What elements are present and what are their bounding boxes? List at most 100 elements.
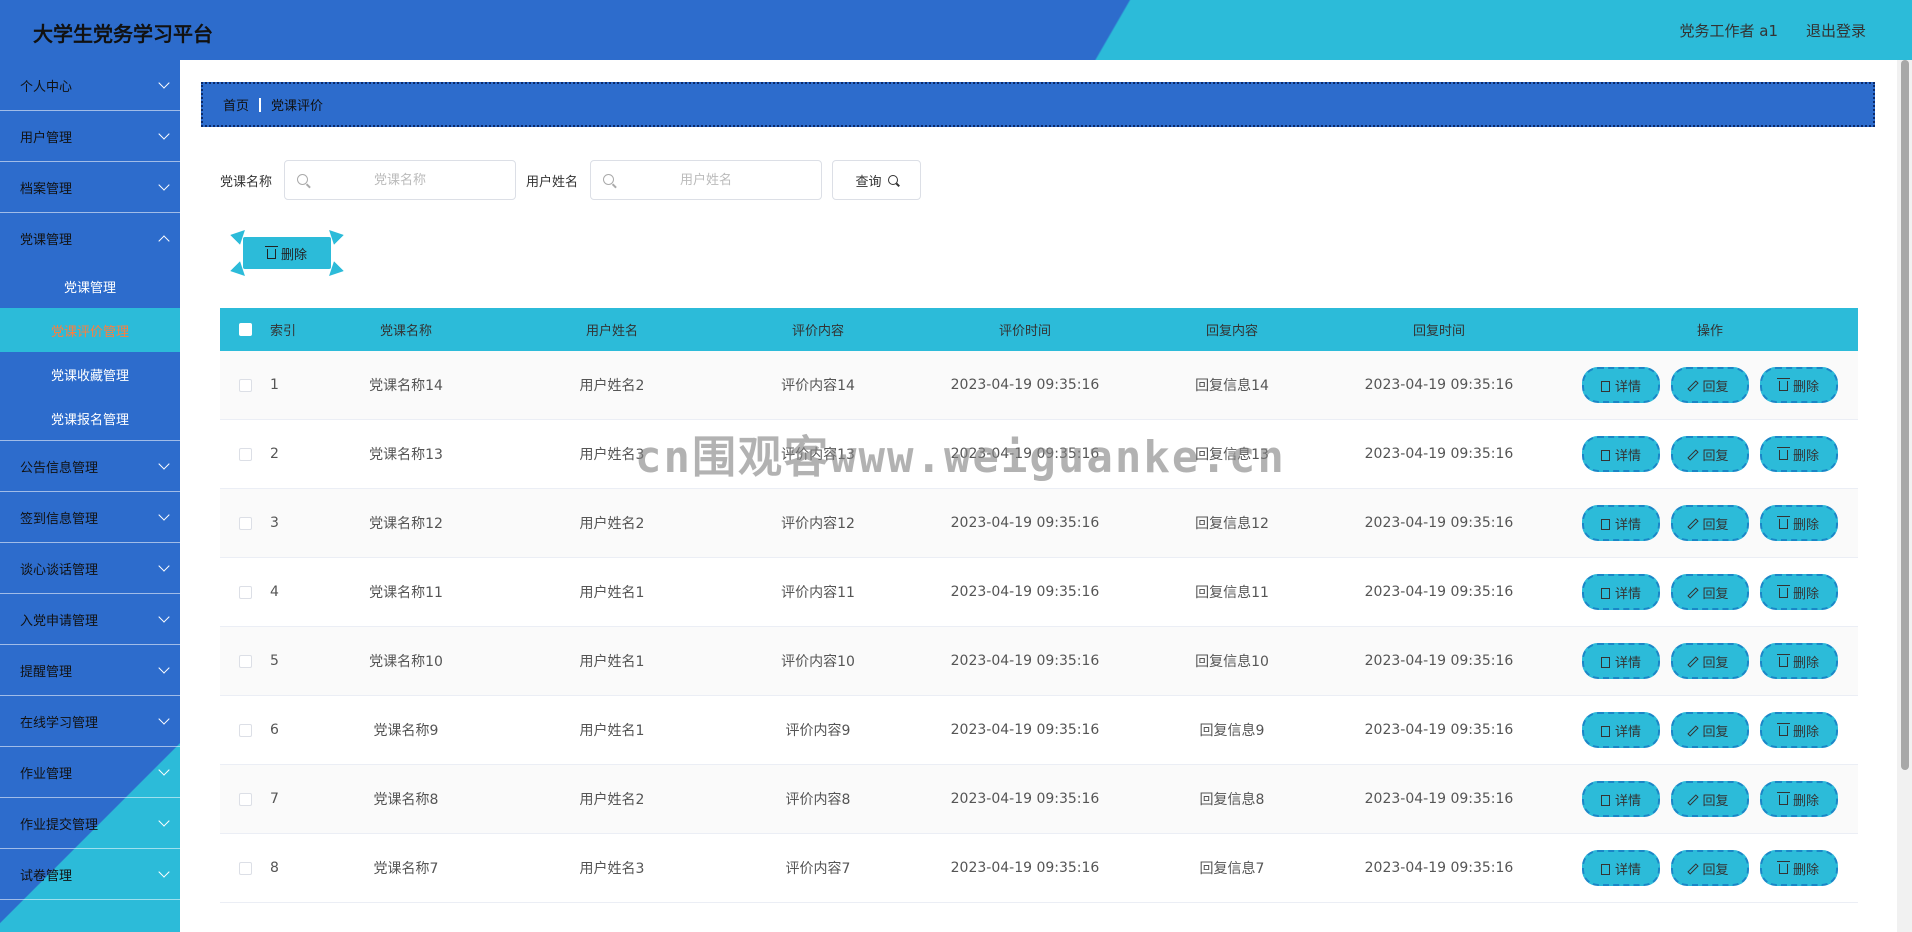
evaluation-time-cell: 2023-04-19 09:35:16 [950,791,1100,807]
edit-icon [1687,863,1700,875]
table-row: 6 党课名称9 用户姓名1 评价内容9 2023-04-19 09:35:16 回复信息9… [220,696,1858,765]
row-checkbox[interactable] [238,378,252,392]
table-row: 8 党课名称7 用户姓名3 评价内容7 2023-04-19 09:35:16 回复信息7… [220,834,1858,903]
course-name-cell: 党课名称9 [373,723,439,739]
evaluation-time-cell: 2023-04-19 09:35:16 [950,377,1100,393]
delete-label: 删除 [1792,862,1819,878]
detail-button[interactable]: 详情 [1582,712,1660,748]
breadcrumb: 首页 党课评价 [201,82,1875,127]
sidebar-item-personal-center[interactable]: 个人中心 [0,60,180,111]
reply-button[interactable]: 回复 [1671,781,1749,817]
sidebar-item-label: 作业提交管理 [20,817,99,833]
index-cell: 3 [270,515,279,531]
evaluation-content-cell: 评价内容10 [781,654,855,670]
detail-button[interactable]: 详情 [1582,574,1660,610]
sidebar-item-signin-management[interactable]: 签到信息管理 [0,492,180,543]
reply-label: 回复 [1702,379,1729,395]
submenu-item-course-favorites[interactable]: 党课收藏管理 [0,352,180,396]
detail-button[interactable]: 详情 [1582,643,1660,679]
reply-time-cell: 2023-04-19 09:35:16 [1364,377,1514,393]
detail-button[interactable]: 详情 [1582,436,1660,472]
evaluation-content-cell: 评价内容14 [781,378,855,394]
sidebar-item-notice-management[interactable]: 公告信息管理 [0,441,180,492]
course-name-cell: 党课名称7 [373,861,439,877]
reply-label: 回复 [1702,793,1729,809]
row-checkbox-cell [220,585,270,599]
reply-button[interactable]: 回复 [1671,574,1749,610]
watermark: cn围观客www.weiguanke.cn [635,432,1286,483]
chevron-down-icon [158,509,170,521]
detail-label: 详情 [1614,379,1641,395]
sidebar-item-exam-management[interactable]: 试卷管理 [0,849,180,900]
batch-delete-button[interactable]: 删除 [243,237,331,269]
row-checkbox[interactable] [238,447,252,461]
sidebar-item-user-management[interactable]: 用户管理 [0,111,180,162]
delete-button[interactable]: 删除 [1760,850,1838,886]
document-icon [1600,725,1610,737]
row-checkbox[interactable] [238,585,252,599]
delete-button[interactable]: 删除 [1760,781,1838,817]
reply-button[interactable]: 回复 [1671,367,1749,403]
operations-cell: 详情 回复 删除 [1554,436,1858,472]
submenu-item-course[interactable]: 党课管理 [0,264,180,308]
row-checkbox[interactable] [238,654,252,668]
row-checkbox[interactable] [238,792,252,806]
detail-button[interactable]: 详情 [1582,781,1660,817]
logout-link[interactable]: 退出登录 [1806,20,1866,41]
sidebar-item-application-management[interactable]: 入党申请管理 [0,594,180,645]
reply-button[interactable]: 回复 [1671,850,1749,886]
sidebar-item-archive-management[interactable]: 档案管理 [0,162,180,213]
delete-button[interactable]: 删除 [1760,505,1838,541]
operations-cell: 详情 回复 删除 [1554,781,1858,817]
document-icon [1600,656,1610,668]
delete-button[interactable]: 删除 [1760,436,1838,472]
breadcrumb-home[interactable]: 首页 [223,95,249,114]
detail-button[interactable]: 详情 [1582,505,1660,541]
course-submenu: 党课管理 党课评价管理 党课收藏管理 党课报名管理 [0,264,180,441]
reply-label: 回复 [1702,862,1729,878]
scrollbar-thumb[interactable] [1901,60,1909,770]
delete-button[interactable]: 删除 [1760,643,1838,679]
detail-button[interactable]: 详情 [1582,367,1660,403]
query-button-label: 查询 [855,174,882,190]
delete-button[interactable]: 删除 [1760,712,1838,748]
reply-time-cell: 2023-04-19 09:35:16 [1364,860,1514,876]
reply-button[interactable]: 回复 [1671,436,1749,472]
submenu-item-course-enrollment[interactable]: 党课报名管理 [0,396,180,440]
sidebar-item-label: 谈心谈话管理 [20,562,99,578]
row-checkbox[interactable] [238,516,252,530]
delete-button[interactable]: 删除 [1760,367,1838,403]
detail-label: 详情 [1614,586,1641,602]
chevron-down-icon [158,77,170,89]
course-name-input[interactable] [285,161,516,199]
user-name-input[interactable] [591,161,822,199]
sidebar-item-reminder-management[interactable]: 提醒管理 [0,645,180,696]
sidebar-item-homework-submission[interactable]: 作业提交管理 [0,798,180,849]
reply-button[interactable]: 回复 [1671,643,1749,679]
row-checkbox[interactable] [238,723,252,737]
user-name-cell: 用户姓名1 [579,585,645,601]
select-all-checkbox[interactable] [238,323,252,336]
query-button[interactable]: 查询 [832,160,922,200]
reply-button[interactable]: 回复 [1671,712,1749,748]
breadcrumb-current: 党课评价 [271,99,324,114]
submenu-item-course-evaluation[interactable]: 党课评价管理 [0,308,180,352]
detail-label: 详情 [1614,448,1641,464]
sidebar-item-homework-management[interactable]: 作业管理 [0,747,180,798]
sidebar-item-label: 入党申请管理 [20,613,99,629]
delete-label: 删除 [1792,517,1819,533]
row-checkbox[interactable] [238,861,252,875]
page-scrollbar[interactable] [1897,60,1912,932]
breadcrumb-separator [259,97,262,112]
sidebar-item-online-study[interactable]: 在线学习管理 [0,696,180,747]
index-cell: 7 [270,791,279,807]
evaluation-content-cell: 评价内容8 [785,792,851,808]
detail-button[interactable]: 详情 [1582,850,1660,886]
chevron-down-icon [158,458,170,470]
sidebar-item-course-management[interactable]: 党课管理 [0,213,180,264]
document-icon [1600,518,1610,530]
reply-button[interactable]: 回复 [1671,505,1749,541]
delete-button[interactable]: 删除 [1760,574,1838,610]
sidebar-item-talk-management[interactable]: 谈心谈话管理 [0,543,180,594]
chevron-down-icon [158,179,170,191]
